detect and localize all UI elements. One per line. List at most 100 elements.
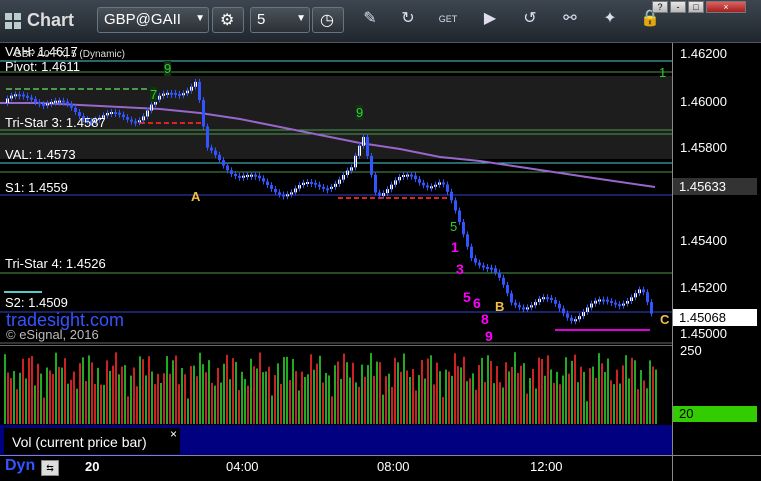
interval-selector[interactable]: 5 ▼ — [250, 7, 310, 33]
volume-bar — [328, 375, 330, 424]
play-icon[interactable]: ▶ — [480, 9, 500, 29]
price-tick: 1.45800 — [680, 140, 727, 155]
volume-bar — [265, 371, 267, 424]
volume-bar — [7, 372, 9, 424]
volume-bar — [97, 367, 99, 424]
replay-icon[interactable]: ↺ — [520, 9, 540, 29]
link-icon[interactable]: ⚯ — [560, 9, 580, 29]
volume-bar — [19, 372, 21, 424]
volume-bar — [451, 375, 453, 424]
volume-bar — [316, 363, 318, 424]
volume-bar — [403, 353, 405, 424]
dynamic-mode-button[interactable]: Dyn — [5, 457, 35, 475]
volume-bar — [331, 396, 333, 424]
time-button[interactable]: ◷ — [312, 7, 344, 33]
volume-bar — [319, 355, 321, 424]
study-title-box[interactable]: Vol (current price bar) × — [4, 427, 180, 454]
volume-bar — [643, 380, 645, 424]
volume-bar — [145, 375, 147, 424]
volume-bar — [52, 373, 54, 424]
minimize-button[interactable]: - — [670, 1, 686, 13]
volume-bar — [472, 373, 474, 424]
volume-bar — [235, 361, 237, 424]
volume-bar — [544, 375, 546, 424]
volume-bar — [556, 371, 558, 424]
price-pane[interactable]: VAH: 1.4617 GBP A0-FX, 5 (Dynamic) Pivot… — [0, 43, 672, 345]
count-green-5: 5 — [450, 219, 458, 234]
level-tristar-3: Tri-Star 3: 1.4587 — [5, 115, 106, 130]
volume-bar — [406, 370, 408, 424]
count-green-1: 1 — [659, 65, 667, 80]
volume-bar — [175, 355, 177, 424]
clock-icon: ◷ — [320, 12, 334, 29]
volume-bar — [49, 370, 51, 424]
volume-bar — [547, 355, 549, 424]
period-icon[interactable]: ⇆ — [41, 460, 59, 476]
volume-bar — [571, 360, 573, 424]
time-axis[interactable] — [0, 455, 672, 481]
volume-bar — [604, 371, 606, 424]
volume-bar — [334, 365, 336, 424]
volume-bar — [76, 388, 78, 424]
volume-bar — [634, 360, 636, 424]
chevron-down-icon: ▼ — [195, 13, 205, 24]
volume-bar — [448, 371, 450, 424]
symbol-selector[interactable]: GBP@GAII ▼ — [97, 7, 209, 33]
draw-pencil-icon[interactable]: ✎ — [360, 9, 380, 29]
current-volume-marker: 20 — [673, 406, 757, 422]
last-price-marker: 1.45068 — [673, 309, 757, 326]
volume-bar — [430, 355, 432, 424]
volume-bar — [514, 352, 516, 424]
volume-bar — [496, 366, 498, 424]
volume-bar — [538, 357, 540, 424]
volume-pane[interactable] — [0, 345, 672, 425]
volume-bar — [361, 364, 363, 424]
volume-bar — [208, 360, 210, 424]
volume-bar — [298, 390, 300, 424]
volume-axis-lower — [672, 425, 761, 455]
symbol-value: GBP@GAII — [104, 11, 181, 28]
volume-bar — [505, 362, 507, 424]
volume-bar — [439, 371, 441, 424]
volume-bar — [304, 376, 306, 424]
get-icon[interactable]: GET — [438, 9, 458, 29]
pin-icon[interactable]: ✦ — [600, 9, 620, 29]
volume-bar — [193, 365, 195, 424]
volume-bar — [466, 381, 468, 424]
volume-bar — [517, 372, 519, 424]
volume-bar — [40, 373, 42, 424]
study-title: Vol (current price bar) — [12, 434, 147, 450]
volume-bar — [376, 361, 378, 424]
volume-bar — [289, 380, 291, 424]
volume-bar — [118, 374, 120, 424]
volume-bar — [523, 363, 525, 424]
volume-bar — [22, 358, 24, 424]
volume-bar — [13, 371, 15, 424]
close-button[interactable]: × — [706, 1, 746, 13]
refresh-icon[interactable]: ↻ — [398, 9, 418, 29]
settings-button[interactable]: ⚙ — [212, 7, 244, 33]
volume-bar — [160, 382, 162, 424]
grid-icon[interactable] — [4, 12, 22, 30]
volume-bar — [37, 363, 39, 424]
wave-label-c: C — [660, 312, 670, 327]
volume-bar — [550, 369, 552, 424]
maximize-button[interactable]: □ — [688, 1, 704, 13]
help-button[interactable]: ? — [652, 1, 668, 13]
volume-bar — [244, 378, 246, 424]
volume-bar — [196, 376, 198, 424]
volume-bar — [151, 371, 153, 424]
volume-bar — [256, 368, 258, 424]
volume-bar — [124, 365, 126, 424]
count-magenta-3: 3 — [456, 261, 464, 277]
close-icon[interactable]: × — [170, 427, 177, 441]
volume-bar — [385, 376, 387, 424]
volume-bar — [190, 366, 192, 424]
price-tick: 1.46200 — [680, 46, 727, 61]
wave-label-b: B — [495, 299, 505, 314]
volume-bar — [292, 358, 294, 424]
volume-bar — [271, 395, 273, 424]
volume-bar — [580, 366, 582, 424]
volume-bar — [535, 388, 537, 424]
level-s2: S2: 1.4509 — [5, 295, 68, 310]
